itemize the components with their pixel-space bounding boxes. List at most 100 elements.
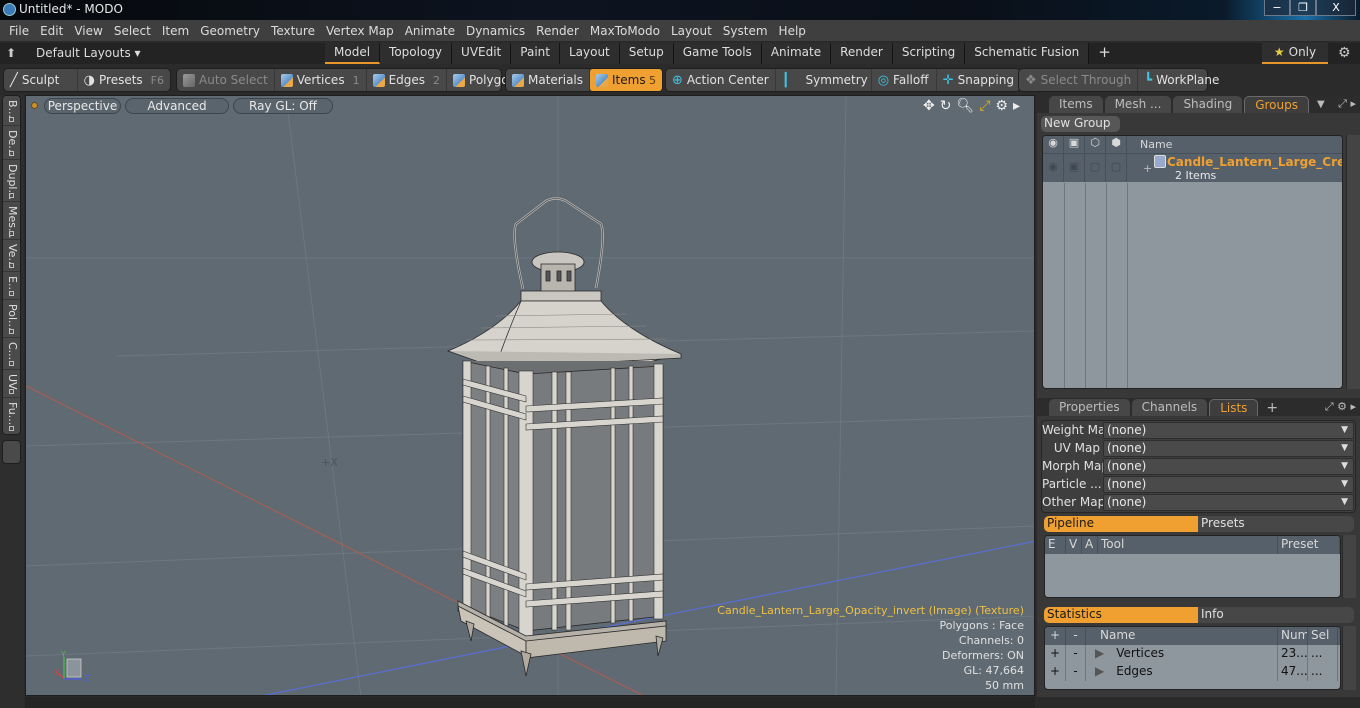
group-name[interactable]: Candle_Lantern_Large_Crea ... (1167, 155, 1342, 169)
select-column-icon[interactable]: ⬢ (1106, 136, 1127, 153)
tab-mesh-ops[interactable]: Mesh ... (1104, 96, 1172, 113)
menu-system[interactable]: System (718, 24, 774, 38)
layout-tab-game-tools[interactable]: Game Tools (673, 43, 762, 64)
group-row[interactable]: ◉ ▣ ▢ ▢ + Candle_Lantern_Large_Crea ... … (1043, 153, 1342, 182)
presets-tab[interactable]: Presets (1198, 516, 1245, 532)
particle-select[interactable]: (none) ▼ (1103, 475, 1354, 493)
add-tab-button[interactable]: + (1266, 400, 1278, 416)
workplane-button[interactable]: ┗ WorkPlane (1138, 69, 1225, 91)
row-lock-toggle[interactable]: ▢ (1085, 154, 1106, 182)
fit-view-icon[interactable]: ⤢ (979, 98, 990, 114)
remove-selection-button[interactable]: - (1066, 663, 1086, 681)
rotate-icon[interactable]: ↻ (940, 98, 952, 114)
viewport-expand-arrow-icon[interactable]: ▸ (1013, 98, 1020, 114)
expand-arrow-icon[interactable]: ▶ (1095, 646, 1104, 660)
left-tab-edge[interactable]: E... (3, 272, 20, 300)
menu-file[interactable]: File (4, 24, 35, 38)
pipeline-tab[interactable]: Pipeline (1044, 516, 1198, 532)
symmetry-button[interactable]: ┃ Symmetry (776, 69, 872, 91)
layout-home-icon[interactable]: ⬆ (6, 46, 16, 60)
expand-group-icon[interactable]: + (1143, 162, 1152, 175)
new-group-button[interactable]: New Group (1041, 116, 1120, 132)
statistics-tab[interactable]: Statistics (1044, 607, 1198, 623)
layout-tab-topology[interactable]: Topology (380, 43, 453, 64)
menu-animate[interactable]: Animate (400, 24, 461, 38)
sculpt-button[interactable]: ╱ Sculpt (4, 69, 78, 91)
snapping-button[interactable]: ✛ Snapping (937, 69, 1020, 91)
close-button[interactable]: X (1316, 0, 1356, 16)
left-tab-basic[interactable]: B... (3, 96, 20, 126)
render-column-icon[interactable]: ▣ (1064, 136, 1085, 153)
viewport-settings-gear-icon[interactable]: ⚙ (995, 98, 1008, 114)
layout-tab-schematic-fusion[interactable]: Schematic Fusion (965, 43, 1090, 64)
left-tab-uv[interactable]: UV (3, 370, 20, 398)
edges-mode-button[interactable]: Edges 2 (367, 69, 448, 91)
add-selection-button[interactable]: + (1045, 645, 1066, 663)
stats-row-vertices[interactable]: + - ▶ Vertices 23... ... (1045, 645, 1340, 663)
other-map-select[interactable]: (none) ▼ (1103, 493, 1354, 511)
info-tab[interactable]: Info (1198, 607, 1224, 623)
panel-maximize-icon[interactable]: ⤢ ▸ (1338, 97, 1356, 111)
layout-tab-uvedit[interactable]: UVEdit (452, 43, 512, 64)
menu-select[interactable]: Select (109, 24, 157, 38)
viewport-options-dot[interactable] (31, 102, 38, 109)
layout-tab-model[interactable]: Model (325, 43, 381, 64)
menu-geometry[interactable]: Geometry (195, 24, 266, 38)
morph-map-select[interactable]: (none) ▼ (1103, 457, 1354, 475)
zoom-icon[interactable]: 🔍︎ (956, 98, 974, 114)
menu-maxtomodo[interactable]: MaxToModo (585, 24, 666, 38)
name-column-header[interactable]: Name (1127, 136, 1172, 153)
left-tab-extra[interactable] (2, 440, 21, 464)
add-layout-tab-button[interactable]: + (1089, 43, 1120, 64)
raygl-toggle[interactable]: Ray GL: Off (233, 98, 333, 114)
layout-tab-layout[interactable]: Layout (559, 43, 620, 64)
menu-render[interactable]: Render (531, 24, 585, 38)
menu-view[interactable]: View (69, 24, 108, 38)
tab-items[interactable]: Items (1049, 96, 1103, 113)
uv-map-select[interactable]: (none) ▼ (1103, 439, 1354, 457)
tab-lists[interactable]: Lists (1209, 399, 1259, 416)
layout-tab-animate[interactable]: Animate (761, 43, 832, 64)
tab-groups[interactable]: Groups (1244, 96, 1309, 113)
pan-icon[interactable]: ✥ (923, 98, 935, 114)
shading-mode-dropdown[interactable]: Advanced (125, 98, 229, 114)
statistics-scrollbar[interactable] (1342, 626, 1356, 690)
tab-properties[interactable]: Properties (1049, 399, 1130, 416)
panel-options-icons[interactable]: ⤢ ⚙ ▸ (1325, 400, 1356, 414)
menu-help[interactable]: Help (774, 24, 812, 38)
row-select-toggle[interactable]: ▢ (1106, 154, 1127, 182)
only-toggle-button[interactable]: ★ Only (1262, 43, 1328, 64)
layout-tab-paint[interactable]: Paint (511, 43, 560, 64)
3d-viewport[interactable]: +X Perspective Advanced Ray GL: Off ✥ ↻ … (25, 95, 1035, 696)
menu-dynamics[interactable]: Dynamics (461, 24, 531, 38)
falloff-button[interactable]: ◎ Falloff (872, 69, 937, 91)
vertices-mode-button[interactable]: Vertices 1 (275, 69, 367, 91)
groups-scrollbar[interactable] (1346, 135, 1360, 389)
layout-tab-setup[interactable]: Setup (619, 43, 674, 64)
menu-edit[interactable]: Edit (35, 24, 69, 38)
left-tab-polygon[interactable]: Pol... (3, 300, 20, 338)
layout-tab-scripting[interactable]: Scripting (892, 43, 966, 64)
tabs-dropdown-icon[interactable]: ▼ (1317, 97, 1325, 113)
items-mode-button[interactable]: Items 5 (590, 69, 662, 91)
expand-arrow-icon[interactable]: ▶ (1095, 664, 1104, 678)
minimize-button[interactable]: − (1264, 0, 1290, 16)
row-render-toggle[interactable]: ▣ (1064, 154, 1085, 182)
stats-row-edges[interactable]: + - ▶ Edges 47... ... (1045, 663, 1340, 681)
left-tab-fusion[interactable]: Fu... (3, 398, 20, 434)
left-tab-mesh-edit[interactable]: Mes... (3, 202, 20, 240)
weight-map-select[interactable]: (none) ▼ (1103, 421, 1354, 439)
row-visibility-toggle[interactable]: ◉ (1043, 154, 1064, 182)
left-tab-curve[interactable]: C... (3, 338, 20, 370)
auto-select-button[interactable]: Auto Select (177, 69, 275, 91)
default-layouts-dropdown[interactable]: Default Layouts ▾ (36, 46, 141, 60)
menu-layout[interactable]: Layout (666, 24, 718, 38)
action-center-button[interactable]: ⊕ Action Center (666, 69, 776, 91)
restore-button[interactable]: ❐ (1290, 0, 1316, 16)
materials-mode-button[interactable]: Materials (506, 69, 591, 91)
visibility-column-icon[interactable]: ◉ (1043, 136, 1064, 153)
pipeline-scrollbar[interactable] (1342, 535, 1356, 598)
menu-texture[interactable]: Texture (266, 24, 321, 38)
tab-channels[interactable]: Channels (1131, 399, 1208, 416)
tab-shading[interactable]: Shading (1173, 96, 1243, 113)
